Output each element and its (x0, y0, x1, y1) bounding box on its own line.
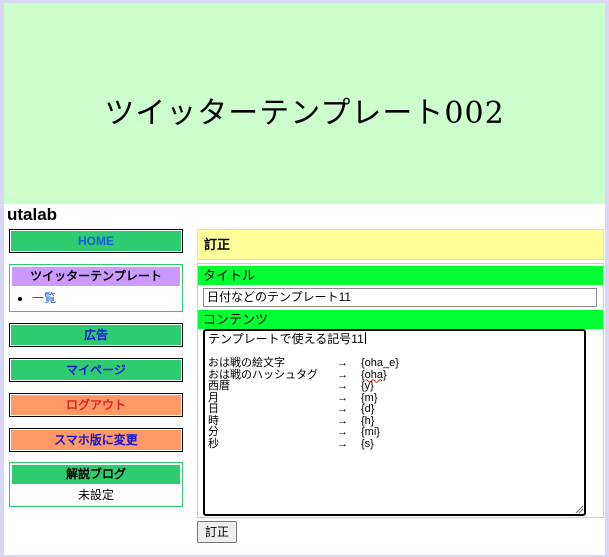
ads-button[interactable]: 広告 (9, 323, 183, 347)
mobile-version-button[interactable]: スマホ版に変更 (9, 428, 183, 452)
title-label: タイトル (198, 266, 603, 285)
logout-button[interactable]: ログアウト (9, 393, 183, 417)
content-row: 日 → {d} (208, 403, 375, 415)
submit-button[interactable]: 訂正 (197, 521, 237, 543)
twitter-template-list: 一覧 (10, 289, 182, 306)
title-input[interactable]: 日付などのテンプレート11 (203, 288, 597, 307)
edit-form: タイトル 日付などのテンプレート11 コンテンツ テンプレートで使える記号11 … (197, 263, 604, 518)
blog-note: 未設定 (77, 488, 114, 502)
header-banner: ツイッターテンプレート002 (4, 3, 605, 204)
twitter-template-box: ツイッターテンプレート 一覧 (9, 264, 183, 312)
content-first-line: テンプレートで使える記号11 (208, 332, 366, 346)
content-row: おは戦のハッシュタグ → {oha} (208, 368, 387, 381)
content-textarea[interactable]: テンプレートで使える記号11 おは戦の絵文字 → {oha_e} おは戦のハッシュタ… (203, 329, 586, 516)
mobile-version-label: スマホ版に変更 (11, 430, 181, 450)
content-row: 秒 → {s} (208, 437, 374, 450)
content-label: コンテンツ (198, 310, 603, 329)
content-row: 西暦 → {y} (208, 380, 374, 392)
resize-handle-icon[interactable] (575, 505, 583, 513)
twitter-template-title: ツイッターテンプレート (12, 267, 180, 286)
mypage-button[interactable]: マイページ (9, 358, 183, 382)
home-label: HOME (11, 231, 181, 251)
list-link[interactable]: 一覧 (32, 291, 56, 305)
page: ツイッターテンプレート002 utalab HOME ツイッターテンプレート 一… (4, 3, 605, 555)
blog-title: 解説ブログ (12, 465, 180, 484)
blog-box: 解説ブログ 未設定 (9, 462, 183, 507)
content-row: おは戦の絵文字 → {oha_e} (208, 357, 399, 369)
content-row: 分 → {mi} (208, 426, 380, 438)
text-caret (364, 332, 366, 344)
content-rows: おは戦の絵文字 → {oha_e} おは戦のハッシュタグ → {oha} 西暦 → {y} … (208, 357, 581, 450)
content-row: 時 → {h} (208, 414, 375, 427)
page-heading: 訂正 (197, 229, 604, 260)
mypage-label: マイページ (11, 360, 181, 380)
ads-label: 広告 (11, 325, 181, 345)
site-name: utalab (7, 205, 58, 224)
banner-title: ツイッターテンプレート002 (104, 95, 505, 131)
list-item: 一覧 (32, 289, 182, 306)
content-row: 月 → {m} (208, 391, 378, 404)
logout-label: ログアウト (11, 395, 181, 415)
home-button[interactable]: HOME (9, 229, 183, 253)
